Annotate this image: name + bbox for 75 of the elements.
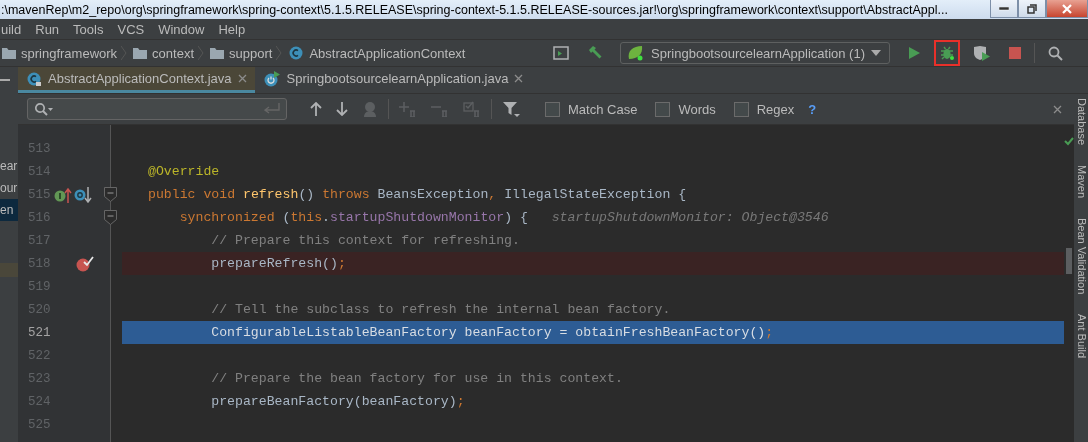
folder-icon [2, 47, 16, 59]
filter-icon[interactable] [502, 100, 520, 118]
app-icon [262, 70, 281, 87]
run-icon[interactable] [907, 46, 921, 60]
row-highlight [0, 263, 18, 277]
scrollbar-thumb[interactable] [1066, 248, 1072, 274]
hammer-icon[interactable] [587, 45, 604, 61]
fold-icon[interactable] [103, 210, 117, 225]
close-button[interactable] [1046, 0, 1088, 18]
tree-item[interactable]: en [0, 199, 18, 221]
tool-window-tab[interactable]: Database [1074, 98, 1088, 146]
menu-item[interactable]: Help [218, 21, 246, 37]
minimize-icon[interactable] [999, 6, 1009, 11]
help-link[interactable]: ? [808, 101, 817, 117]
window-title: :\mavenRep\m2_repo\org\springframework\spring-context\5.1.5.RELEASE\spring-context-5.1.5.RELEASE-sources.jar!\org\springframework\context\support\AbstractAppl... [0, 2, 949, 17]
search-field[interactable] [27, 98, 287, 120]
menu-item[interactable]: Tools [73, 21, 104, 37]
folder-icon [210, 47, 224, 59]
breadcrumb[interactable]: context [131, 45, 198, 61]
menu-item[interactable]: Window [158, 21, 205, 37]
overridden-icon[interactable] [74, 186, 92, 203]
down-arrow-icon[interactable] [336, 102, 348, 116]
editor-tab[interactable]: AbstractApplicationContext.java [18, 67, 255, 93]
chevron-icon [121, 46, 128, 60]
implements-icon[interactable] [54, 186, 72, 203]
editor-tab[interactable]: SpringbootsourcelearnApplication.java [254, 67, 532, 93]
chevron-icon [276, 46, 283, 60]
code-line: // Prepare this context for refreshing. [211, 233, 520, 248]
option-checkbox[interactable]: Match Case [545, 101, 638, 117]
code-line: ConfigurableListableBeanFactory beanFactory = obtainFreshBeanFactory(); [211, 325, 774, 340]
close-icon[interactable] [514, 74, 524, 83]
menu-item[interactable]: Run [35, 21, 60, 37]
folder-icon [133, 47, 148, 59]
up-arrow-icon[interactable] [310, 102, 322, 116]
code-line: synchronized (this.startupShutdownMonitor) { [179, 210, 528, 225]
minimize-button[interactable] [990, 0, 1018, 18]
tool-window-tab[interactable]: Bean Validation [1074, 218, 1088, 295]
code-line: // Tell the subclass to refresh the internal bean factory. [211, 302, 671, 317]
breakpoint-icon[interactable] [76, 255, 94, 272]
line-number: 521 [28, 325, 51, 340]
bug-icon[interactable] [939, 45, 955, 61]
chevron-icon [198, 46, 204, 60]
code-line: prepareRefresh(); [211, 256, 346, 271]
toolbar-button[interactable] [934, 40, 960, 66]
coverage-icon[interactable] [973, 45, 991, 61]
class-icon [26, 70, 42, 87]
breadcrumb[interactable]: AbstractApplicationContext [286, 45, 470, 61]
inline-value: startupShutdownMonitor: Object@3546 [551, 210, 829, 225]
tool-window-tab[interactable]: Maven [1074, 165, 1088, 199]
breadcrumb[interactable]: springframework [0, 45, 122, 61]
restore-button[interactable] [1018, 0, 1046, 18]
option-checkbox[interactable]: Regex [733, 101, 795, 117]
tool-window-tab[interactable]: Ant Build [1074, 314, 1088, 359]
fold-icon[interactable] [103, 187, 117, 202]
menu-item[interactable]: VCS [117, 21, 145, 37]
code-line: prepareBeanFactory(beanFactory); [211, 394, 465, 409]
code-line: @Override [148, 164, 220, 179]
menu-item[interactable]: uild [1, 21, 22, 37]
tree-item[interactable]: ear [0, 155, 18, 177]
run-configuration-dropdown[interactable]: SpringbootsourcelearnApplication (1) [620, 42, 890, 64]
class-icon [288, 45, 305, 61]
caret-icon [871, 50, 881, 56]
check-icon [1064, 137, 1074, 146]
code-line: // Prepare the bean factory for use in this context. [211, 371, 623, 386]
search-icon [34, 102, 54, 116]
tree-item[interactable]: our [0, 177, 18, 199]
breadcrumb[interactable]: support [208, 45, 277, 61]
window-icon[interactable] [553, 46, 570, 60]
enter-icon [264, 103, 280, 115]
code-line: public void refresh() throws BeansException, IllegalStateException { [148, 187, 687, 202]
close-icon[interactable] [237, 74, 247, 83]
option-checkbox[interactable]: Words [655, 101, 716, 117]
restore-icon[interactable] [1027, 3, 1037, 14]
close-icon[interactable] [1053, 104, 1062, 114]
search-icon[interactable] [1048, 45, 1063, 61]
